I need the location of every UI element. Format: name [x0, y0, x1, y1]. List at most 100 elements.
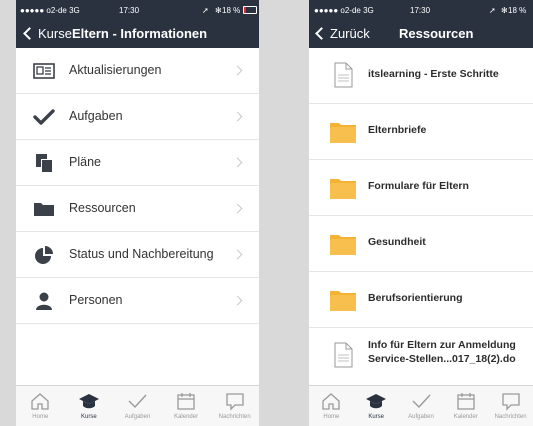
menu-item-label: Pläne	[69, 155, 101, 169]
resource-label: Berufsorientierung	[368, 292, 463, 304]
resource-item-folder[interactable]: Gesundheit	[309, 216, 533, 272]
tab-label: Nachrichten	[218, 414, 251, 420]
tab-aufgaben[interactable]: Aufgaben	[399, 386, 444, 426]
tab-label: Aufgaben	[124, 414, 151, 420]
chevron-right-icon	[232, 65, 243, 76]
home-icon	[322, 393, 341, 410]
calendar-icon	[457, 393, 475, 410]
checkmark-icon	[33, 109, 55, 125]
chevron-right-icon	[232, 111, 243, 122]
person-icon	[36, 292, 52, 310]
graduation-cap-icon	[78, 394, 99, 409]
folder-icon	[330, 291, 356, 311]
page-title: Eltern - Informationen	[72, 26, 208, 41]
tab-kurse[interactable]: Kurse	[354, 386, 399, 426]
graduation-cap-icon	[366, 394, 387, 409]
location-icon: ➚	[489, 6, 496, 15]
resource-label: Info für Eltern zur Anmeldung	[368, 339, 516, 351]
navigation-bar: Kurse Eltern - Informationen	[16, 20, 259, 48]
menu-item-ressourcen[interactable]: Ressourcen	[16, 186, 259, 232]
checkmark-icon	[128, 394, 148, 409]
phone-screen-right: ●●●●● o2-de 3G 17:30 ➚ ✻ 18 % Zurück Res…	[309, 0, 533, 426]
menu-list: Aktualisierungen Aufgaben Pläne Ressourc…	[16, 48, 259, 324]
back-button[interactable]: Zurück	[315, 26, 370, 41]
document-icon	[334, 342, 353, 368]
carrier-label: ●●●●● o2-de 3G	[20, 6, 80, 15]
menu-item-plaene[interactable]: Pläne	[16, 140, 259, 186]
tab-home[interactable]: Home	[16, 386, 65, 426]
tab-nachrichten[interactable]: Nachrichten	[210, 386, 259, 426]
resource-item-folder[interactable]: Elternbriefe	[309, 104, 533, 160]
checkmark-icon	[412, 394, 431, 409]
chat-bubble-icon	[226, 393, 244, 411]
tab-kalender[interactable]: Kalender	[162, 386, 211, 426]
location-icon: ➚	[202, 6, 209, 15]
navigation-bar: Zurück Ressourcen	[309, 20, 533, 48]
folder-icon	[34, 203, 54, 216]
tab-kalender[interactable]: Kalender	[443, 386, 488, 426]
back-label: Kurse	[38, 26, 72, 41]
resource-item-document[interactable]: Info für Eltern zur Anmeldung Service-St…	[309, 328, 533, 383]
resource-label: itslearning - Erste Schritte	[368, 68, 499, 80]
chevron-left-icon	[23, 27, 36, 40]
tab-kurse[interactable]: Kurse	[65, 386, 114, 426]
folder-icon	[330, 123, 356, 143]
page-title: Ressourcen	[399, 26, 474, 41]
tab-label: Nachrichten	[494, 414, 527, 420]
resource-list: itslearning - Erste Schritte Elternbrief…	[309, 48, 533, 383]
pie-chart-icon	[35, 246, 53, 264]
tab-label: Kalender	[453, 414, 478, 420]
tab-home[interactable]: Home	[309, 386, 354, 426]
calendar-icon	[177, 393, 195, 410]
tab-label: Kurse	[81, 414, 97, 420]
clock: 17:30	[119, 6, 140, 15]
battery-icon	[243, 6, 257, 14]
menu-item-label: Ressourcen	[69, 201, 136, 215]
phone-screen-left: ●●●●● o2-de 3G 17:30 ➚ ✻ 18 % Kurse Elte…	[16, 0, 259, 426]
resource-label-line2: Service-Stellen...017_18(2).do	[368, 353, 516, 365]
status-bar: ●●●●● o2-de 3G 17:30 ➚ ✻ 18 %	[16, 0, 259, 20]
menu-item-personen[interactable]: Personen	[16, 278, 259, 324]
menu-item-label: Personen	[69, 293, 123, 307]
tab-label: Kurse	[368, 414, 385, 420]
back-label: Zurück	[330, 26, 370, 41]
chevron-right-icon	[232, 295, 243, 306]
folder-icon	[330, 235, 356, 255]
battery-percent: 18 %	[222, 6, 241, 15]
tab-label: Home	[32, 414, 49, 420]
chevron-right-icon	[232, 203, 243, 214]
document-icon	[334, 62, 353, 88]
resource-item-document[interactable]: itslearning - Erste Schritte	[309, 48, 533, 104]
tab-label: Aufgaben	[408, 414, 434, 420]
menu-item-label: Aufgaben	[69, 109, 123, 123]
chevron-right-icon	[232, 157, 243, 168]
news-icon	[33, 63, 55, 79]
resource-label: Gesundheit	[368, 236, 426, 248]
resource-item-folder[interactable]: Formulare für Eltern	[309, 160, 533, 216]
chevron-right-icon	[232, 249, 243, 260]
menu-item-label: Status und Nachbereitung	[69, 247, 214, 261]
plans-icon	[36, 154, 52, 172]
clock: 17:30	[410, 6, 431, 15]
menu-item-status[interactable]: Status und Nachbereitung	[16, 232, 259, 278]
resource-label: Elternbriefe	[368, 124, 427, 136]
resource-item-folder[interactable]: Berufsorientierung	[309, 272, 533, 328]
tab-label: Home	[323, 414, 340, 420]
menu-item-aufgaben[interactable]: Aufgaben	[16, 94, 259, 140]
chat-bubble-icon	[501, 393, 520, 411]
tab-nachrichten[interactable]: Nachrichten	[488, 386, 533, 426]
status-bar: ●●●●● o2-de 3G 17:30 ➚ ✻ 18 %	[309, 0, 533, 20]
menu-item-label: Aktualisierungen	[69, 63, 162, 77]
folder-icon	[330, 179, 356, 199]
tab-aufgaben[interactable]: Aufgaben	[113, 386, 162, 426]
bluetooth-icon: ✻	[501, 6, 508, 15]
bluetooth-icon: ✻	[215, 6, 222, 15]
tab-label: Kalender	[174, 414, 199, 420]
tab-bar: Home Kurse Aufgaben Kalender Nachrichten	[309, 385, 533, 426]
resource-label: Formulare für Eltern	[368, 180, 469, 192]
carrier-label: ●●●●● o2-de 3G	[314, 6, 374, 15]
chevron-left-icon	[315, 27, 328, 40]
back-button[interactable]: Kurse	[23, 26, 72, 41]
home-icon	[31, 393, 49, 410]
menu-item-aktualisierungen[interactable]: Aktualisierungen	[16, 48, 259, 94]
